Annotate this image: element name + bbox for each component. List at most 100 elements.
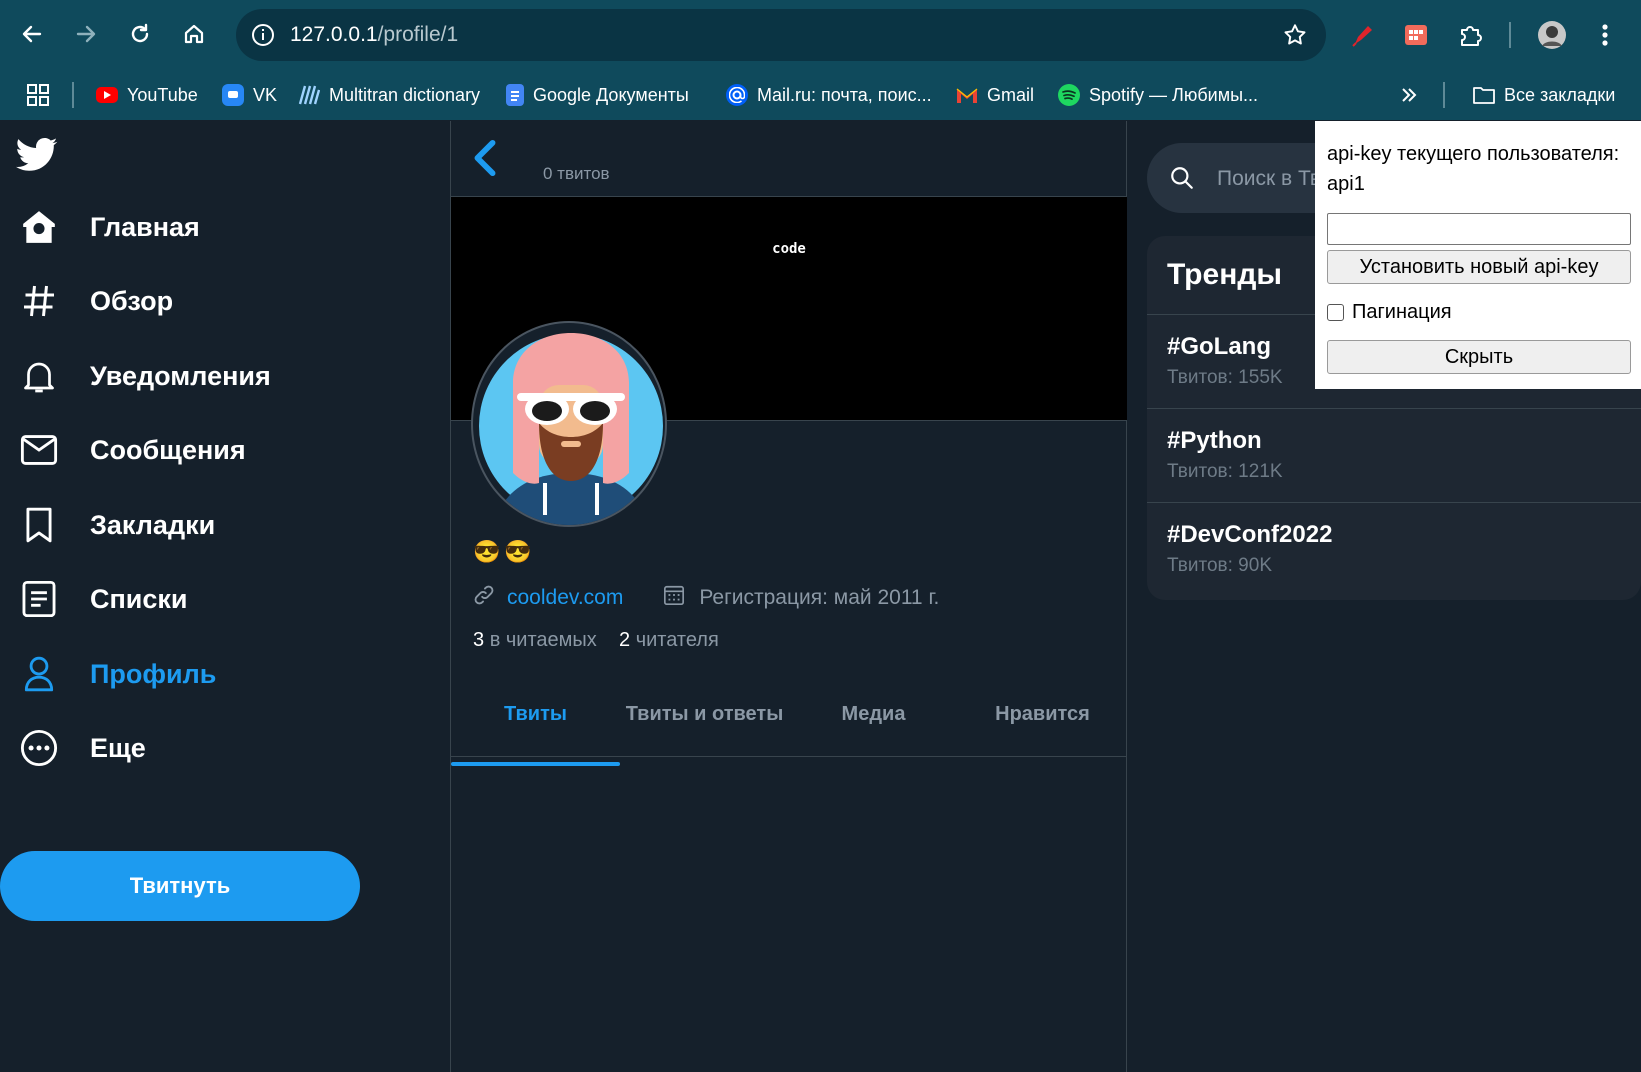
hide-button[interactable]: Скрыть [1327,340,1631,374]
mail-icon [18,429,60,471]
bookmark-icon [18,504,60,546]
bookmark-google-docs[interactable]: Google Документы [506,80,689,110]
api-key-input[interactable] [1327,213,1631,245]
followers-label: читателя [635,629,719,651]
bookmark-label: Gmail [987,84,1035,105]
bookmark-vk[interactable]: VK [222,80,277,110]
tweet-count: 0 твитов [543,164,610,183]
trend-tag: #DevConf2022 [1167,521,1333,548]
bookmark-youtube[interactable]: YouTube [96,80,198,110]
tab-tweets-replies[interactable]: Твиты и ответы [620,671,789,757]
bookmark-gmail[interactable]: Gmail [956,80,1034,110]
grid-extension-icon[interactable] [1399,18,1433,52]
nav-bookmarks[interactable]: Закладки [18,499,215,551]
bookmark-label: Mail.ru: почта, поис... [757,84,932,105]
nav-explore[interactable]: Обзор [18,275,173,327]
mailru-icon [726,84,748,106]
gmail-icon [956,84,978,106]
trend-tag: #Python [1167,427,1262,454]
tab-media[interactable]: Медиа [789,671,958,757]
folder-icon [1473,84,1495,106]
profile-tabs: Твиты Твиты и ответы Медиа Нравится [451,671,1127,757]
api-key-label: api-key текущего пользователя: api1 [1327,143,1620,195]
google-docs-icon [506,84,524,106]
trend-item[interactable]: #DevConf2022 Твитов: 90K [1147,502,1641,596]
following-link[interactable]: 3 в читаемых [473,629,597,651]
follow-stats: 3 в читаемых 2 читателя [473,629,719,652]
bookmarks-overflow-icon[interactable] [1400,80,1418,110]
following-label: в читаемых [489,629,597,651]
nav-more[interactable]: Еще [18,722,146,774]
set-api-key-button[interactable]: Установить новый api-key [1327,250,1631,284]
avatar[interactable] [471,321,667,527]
back-arrow-icon[interactable] [16,18,48,50]
site-info-icon[interactable] [250,22,276,48]
bookmarks-separator [72,82,74,108]
url-path: /profile/1 [377,23,459,46]
bookmark-label: VK [253,84,278,105]
followers-count: 2 [619,629,631,651]
trend-item[interactable]: #Python Твитов: 121K [1147,408,1641,502]
nav-label: Уведомления [90,360,271,391]
trend-count: Твитов: 90K [1167,555,1272,576]
checkbox-box[interactable] [1327,304,1344,321]
nav-notifications[interactable]: Уведомления [18,350,271,402]
website-link[interactable]: cooldev.com [507,586,623,610]
bookmark-mailru[interactable]: Mail.ru: почта, поис... [726,80,932,110]
hashtag-icon [18,280,60,322]
bell-icon [18,355,60,397]
trend-count: Твитов: 121K [1167,461,1283,482]
browser-toolbar: 127.0.0.1/profile/1 [0,0,1641,70]
extensions-puzzle-icon[interactable] [1453,18,1487,52]
pagination-checkbox[interactable]: Пагинация [1327,301,1452,324]
bookmark-spotify[interactable]: Spotify — Любимы... [1058,80,1258,110]
active-tab-indicator [451,762,620,766]
bookmark-label: Spotify — Любимы... [1089,84,1259,105]
menu-dots-icon[interactable] [1588,18,1622,52]
url-text: 127.0.0.1/profile/1 [290,23,458,47]
spotify-icon [1058,84,1080,106]
home-browser-icon[interactable] [178,18,210,50]
nav-messages[interactable]: Сообщения [18,424,246,476]
followers-link[interactable]: 2 читателя [619,629,719,651]
reload-icon[interactable] [124,18,156,50]
tweet-button[interactable]: Твитнуть [0,851,360,921]
avatar-illustration-icon [479,333,663,525]
bookmarks-bar: YouTube VK Multitran dictionary Google Д… [0,70,1641,120]
twitter-logo-icon[interactable] [16,137,58,178]
marker-extension-icon[interactable] [1345,18,1379,52]
vk-icon [222,84,244,106]
nav-home[interactable]: Главная [18,201,200,253]
bookmarks-separator [1443,82,1445,108]
back-chevron-icon[interactable] [471,139,499,182]
registration-date: Регистрация: май 2011 г. [699,586,940,609]
bookmark-multitran[interactable]: Multitran dictionary [298,80,480,110]
apps-grid-icon[interactable] [26,80,50,110]
calendar-icon [663,584,685,612]
tab-likes[interactable]: Нравится [958,671,1127,757]
profile-avatar-icon[interactable] [1535,18,1569,52]
nav-profile[interactable]: Профиль [18,648,216,700]
address-bar[interactable]: 127.0.0.1/profile/1 [236,9,1326,61]
trends-title: Тренды [1167,258,1282,291]
star-icon[interactable] [1282,22,1308,53]
tab-tweets[interactable]: Твиты [451,671,620,757]
all-bookmarks-label: Все закладки [1504,84,1616,105]
profile-main: 0 твитов code 😎😎 cooldev.com Регистрация… [450,121,1127,1072]
forward-arrow-icon[interactable] [70,18,102,50]
nav-label: Списки [90,583,188,614]
banner-text: code [772,241,806,257]
browser-chrome: 127.0.0.1/profile/1 YouTube VK Multitran… [0,0,1641,120]
profile-icon [18,653,60,695]
trend-count: Твитов: 155K [1167,367,1283,388]
all-bookmarks[interactable]: Все закладки [1473,80,1615,110]
multitran-icon [298,84,320,106]
nav-label: Профиль [90,658,217,689]
nav-label: Еще [90,732,146,763]
bookmark-label: Multitran dictionary [329,84,481,105]
nav-label: Обзор [90,285,174,316]
nav-lists[interactable]: Списки [18,573,188,625]
link-icon [473,584,495,612]
profile-meta: cooldev.com Регистрация: май 2011 г. [473,583,939,613]
bookmark-label: Google Документы [533,84,689,105]
